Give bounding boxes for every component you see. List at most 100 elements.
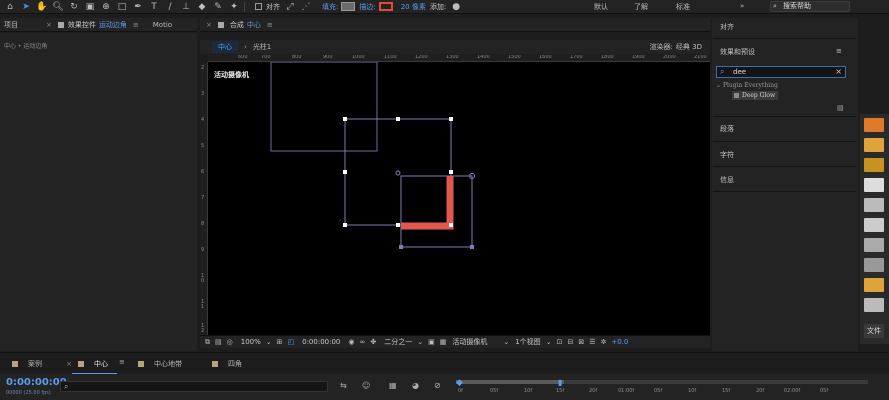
- lock-icon[interactable]: [217, 21, 224, 28]
- chevron-down-icon[interactable]: ⌄: [503, 338, 509, 346]
- color-channel-icon[interactable]: ✤: [370, 338, 376, 346]
- timeline-timecode[interactable]: 0:00:00:00: [6, 377, 67, 388]
- plugin-icon[interactable]: [864, 258, 884, 272]
- info-panel-title[interactable]: 信息: [720, 175, 734, 185]
- align-panel-title[interactable]: 对齐: [720, 22, 734, 32]
- fill-label[interactable]: 填充:: [322, 2, 338, 12]
- shape-bounding-rect[interactable]: [344, 118, 452, 226]
- shape-outline-rect[interactable]: [270, 62, 378, 152]
- close-icon[interactable]: ×: [46, 21, 52, 29]
- workspace-default[interactable]: 默认: [594, 2, 608, 12]
- plugin-icon[interactable]: [864, 198, 884, 212]
- timeline-icon[interactable]: ⊠: [578, 338, 584, 346]
- camera-tool-icon[interactable]: ▣: [84, 1, 96, 13]
- effects-presets-menu-icon[interactable]: ≡: [836, 47, 842, 55]
- rectangle-tool-icon[interactable]: □: [116, 1, 128, 13]
- transform-handle[interactable]: [449, 117, 453, 121]
- work-area-end-icon[interactable]: ▮: [558, 378, 562, 387]
- stroke-width-value[interactable]: 20 像素: [401, 2, 426, 12]
- close-icon[interactable]: ×: [66, 360, 72, 368]
- always-preview-icon[interactable]: ⧉: [205, 338, 210, 347]
- workspace-standard[interactable]: 标准: [676, 2, 690, 12]
- breadcrumb-comp-lightbar[interactable]: 光柱1: [253, 42, 271, 52]
- composition-tab-name[interactable]: 中心: [247, 20, 261, 30]
- roto-brush-tool-icon[interactable]: ✎: [212, 1, 224, 13]
- puppet-tool-icon[interactable]: ✦: [228, 1, 240, 13]
- composition-viewer[interactable]: 活动摄像机: [208, 62, 710, 335]
- timeline-tab-menu-icon[interactable]: ≡: [119, 358, 125, 366]
- mask-icon[interactable]: ◎: [227, 338, 233, 346]
- chevron-down-icon[interactable]: ⌄: [546, 338, 552, 346]
- transform-handle[interactable]: [449, 223, 453, 227]
- transform-handle[interactable]: [449, 170, 453, 174]
- effects-tab-layer[interactable]: 运动边角: [99, 20, 127, 30]
- work-area-bar[interactable]: [456, 380, 564, 384]
- current-time[interactable]: 0:00:00:00: [302, 338, 340, 346]
- transform-handle[interactable]: [396, 223, 400, 227]
- timeline-tab-four-corners[interactable]: 四角: [212, 357, 242, 371]
- pan-behind-tool-icon[interactable]: ⊕: [100, 1, 112, 13]
- effects-tab-label[interactable]: 效果控件: [68, 20, 96, 30]
- plugin-icon[interactable]: [864, 218, 884, 232]
- pixel-aspect-icon[interactable]: ⊡: [557, 338, 563, 346]
- timeline-tab-center[interactable]: 中心: [78, 357, 108, 371]
- transparency-grid-icon[interactable]: ▦: [440, 338, 447, 346]
- workspace-learn[interactable]: 了解: [634, 2, 648, 12]
- breadcrumb-comp-center[interactable]: 中心: [212, 41, 238, 53]
- vertex-handle[interactable]: [470, 245, 474, 249]
- plugin-icon[interactable]: [864, 278, 884, 292]
- character-panel-title[interactable]: 字符: [720, 150, 734, 160]
- paragraph-panel-title[interactable]: 段落: [720, 124, 734, 134]
- workspace-menu-icon[interactable]: »: [740, 2, 744, 10]
- align-checkbox[interactable]: [255, 3, 262, 10]
- fast-previews-icon[interactable]: ⊟: [567, 338, 573, 346]
- effect-item-deep-glow[interactable]: Deep Glow: [732, 91, 778, 100]
- plugin-icon[interactable]: [864, 138, 884, 152]
- corner-stroke-shape[interactable]: [401, 176, 454, 230]
- effects-presets-title[interactable]: 效果和预设: [720, 47, 755, 57]
- home-icon[interactable]: ⌂: [4, 1, 16, 13]
- new-folder-icon[interactable]: ▤: [837, 104, 844, 112]
- graph-editor-icon[interactable]: ⊘: [434, 381, 441, 390]
- playhead-icon[interactable]: ◆: [456, 378, 463, 388]
- timeline-tab-case[interactable]: 案例: [12, 357, 42, 371]
- transform-handle[interactable]: [396, 117, 400, 121]
- plugin-icon[interactable]: [864, 238, 884, 252]
- file-strip-label[interactable]: 文件: [864, 324, 884, 338]
- vertex-handle[interactable]: [399, 245, 403, 249]
- plugin-icon[interactable]: [864, 158, 884, 172]
- selection-tool-icon[interactable]: ➤: [20, 1, 32, 13]
- zoom-dropdown[interactable]: 100%: [241, 338, 261, 346]
- toggle-mask-path-icon[interactable]: ◰: [288, 338, 295, 346]
- snap-icon[interactable]: ⤢: [284, 1, 296, 13]
- anchor-point[interactable]: [395, 170, 401, 176]
- timeline-search-input[interactable]: ⌕: [60, 381, 328, 392]
- show-snapshot-icon[interactable]: ∞: [360, 338, 366, 346]
- rotate-tool-icon[interactable]: ↻: [68, 1, 80, 13]
- shy-layers-icon[interactable]: ☺: [362, 381, 370, 390]
- region-icon[interactable]: ▤: [215, 338, 222, 346]
- plugin-icon[interactable]: [864, 118, 884, 132]
- timeline-tab-center-zone[interactable]: 中心地带: [138, 357, 182, 371]
- chevron-down-icon[interactable]: ⌄: [417, 338, 423, 346]
- transform-handle[interactable]: [343, 117, 347, 121]
- flowchart-icon[interactable]: ☰: [589, 338, 595, 346]
- transform-handle[interactable]: [343, 170, 347, 174]
- brush-tool-icon[interactable]: ∕: [164, 1, 176, 13]
- eraser-tool-icon[interactable]: ◆: [196, 1, 208, 13]
- project-tab[interactable]: 项目: [4, 20, 18, 30]
- safe-margins-icon[interactable]: ⊞: [277, 338, 283, 346]
- add-dropdown-icon[interactable]: ●: [450, 1, 462, 13]
- plugin-icon[interactable]: [864, 178, 884, 192]
- resolution-dropdown[interactable]: 二分之一: [384, 337, 412, 347]
- effects-tab-menu-icon[interactable]: ≡: [133, 21, 139, 29]
- stroke-label[interactable]: 描边:: [359, 2, 375, 12]
- lock-icon[interactable]: [57, 21, 64, 28]
- search-help-field[interactable]: ⌕ 搜索帮助: [770, 1, 850, 12]
- clear-search-icon[interactable]: ×: [835, 67, 842, 76]
- pen-tool-icon[interactable]: ✒: [132, 1, 144, 13]
- stroke-color-swatch[interactable]: [378, 2, 393, 11]
- exposure-reset-icon[interactable]: ✲: [600, 338, 606, 346]
- renderer-value[interactable]: 经典 3D: [676, 42, 702, 52]
- snap-options-icon[interactable]: ⋰: [300, 1, 312, 13]
